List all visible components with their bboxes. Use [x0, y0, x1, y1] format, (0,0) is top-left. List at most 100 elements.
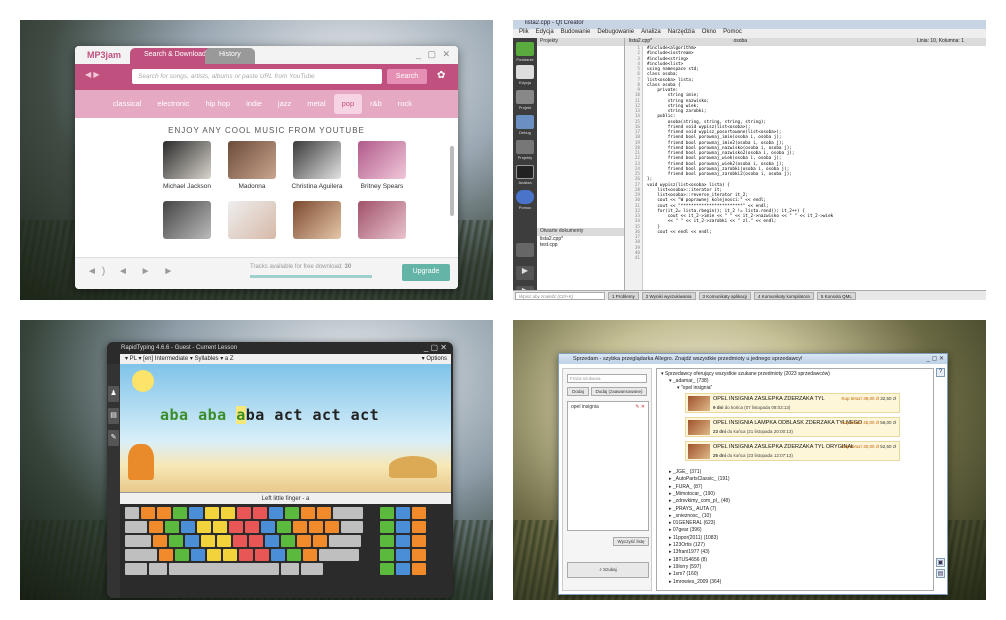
tree-seller-item[interactable]: ▸ _PRAYS_ AUTA (7) [669, 506, 716, 512]
help-icon[interactable]: ? [936, 368, 945, 377]
status-tab[interactable]: 4 Komunikaty kompilatora [754, 291, 814, 300]
clear-list-button[interactable]: Wyczyść listę [613, 537, 649, 546]
tree-seller-item[interactable]: ▸ 07gear (396) [669, 527, 702, 533]
edit-icon[interactable] [516, 65, 534, 79]
menu-item[interactable]: Budowanie [561, 29, 591, 38]
menu-item[interactable]: Edycja [536, 29, 554, 38]
help-icon[interactable] [516, 190, 534, 204]
qt-logo-icon[interactable] [516, 42, 534, 56]
tree-seller-item[interactable]: ▸ 01GENERAL (623) [669, 520, 715, 526]
file-selector[interactable]: lista2.cpp* [629, 38, 652, 44]
run-icon[interactable]: ▶ [516, 266, 534, 280]
status-tab[interactable]: 1 Problemy [608, 291, 639, 300]
list-item[interactable]: opel insignia ✎ ✕ [568, 402, 648, 412]
options-menu[interactable]: ▾ Options [422, 355, 447, 362]
tree-root[interactable]: ▾ Sprzedawcy oferujący wszystkie szukane… [661, 371, 830, 377]
genre-rock[interactable]: rock [390, 94, 420, 114]
player-controls-icon[interactable]: ◄) ◄ ► ► [87, 266, 178, 277]
export-icon[interactable]: ▤ [936, 569, 945, 578]
artist-name[interactable]: Britney Spears [347, 183, 417, 190]
window-controls[interactable]: _ ▢ ✕ [927, 355, 944, 362]
genre-indie[interactable]: indie [238, 94, 270, 114]
window-controls[interactable]: _ ▢ ✕ [416, 49, 452, 60]
device-icon[interactable] [516, 243, 534, 257]
edit-delete-icon[interactable]: ✎ ✕ [635, 404, 645, 410]
menu-item[interactable]: Analiza [641, 29, 661, 38]
genre-classical[interactable]: classical [105, 94, 149, 114]
status-tab[interactable]: 2 Wyniki wyszukiwania [641, 291, 696, 300]
genre-rnb[interactable]: r&b [362, 94, 390, 114]
tree-seller-item[interactable]: ▸ _snieznosc_ (10) [669, 513, 711, 519]
search-input[interactable]: Search for songs, artists, albums or pas… [132, 69, 382, 84]
back-forward-icon[interactable]: ◀ ▶ [85, 70, 100, 79]
analyze-icon[interactable] [516, 165, 534, 179]
artist-name[interactable]: Madonna [217, 183, 287, 190]
genre-electronic[interactable]: electronic [149, 94, 197, 114]
tree-seller-item[interactable]: ▸ _zdrsvkimy_com_pl_ (48) [669, 498, 730, 504]
locator-input[interactable]: Wpisz aby znaleźć (Ctrl+K) [515, 291, 605, 300]
menu-item[interactable]: Plik [519, 29, 529, 38]
tree-seller-item[interactable]: ▸ 123Ortis (127) [669, 542, 705, 548]
search-button[interactable]: Search [387, 69, 427, 84]
artist-image[interactable] [358, 201, 406, 239]
artist-image[interactable] [163, 201, 211, 239]
window-controls[interactable]: _ ▢ ✕ [424, 343, 447, 352]
menu-item[interactable]: Pomoc [723, 29, 742, 38]
genre-hiphop[interactable]: hip hop [197, 94, 238, 114]
offer-card[interactable]: OPEL INSIGNIA ZASLEPKA ZDERZAKA TYL ORYG… [685, 441, 900, 461]
tree-seller-item[interactable]: ▸ 1mrowies_2009 (364) [669, 579, 721, 585]
tab-history[interactable]: History [205, 48, 255, 64]
genre-jazz[interactable]: jazz [270, 94, 299, 114]
artist-name[interactable]: Christina Aguilera [282, 183, 352, 190]
phrase-input[interactable]: Fraza szukania [567, 374, 647, 383]
menu-item[interactable]: Narzędzia [668, 29, 695, 38]
code-editor[interactable]: #include<algorithm> #include<iostream> #in… [644, 46, 980, 290]
genre-metal[interactable]: metal [299, 94, 333, 114]
search-button[interactable]: ⌕ Szukaj [567, 562, 649, 578]
tree-seller-item[interactable]: ▸ 1sm7 (160) [669, 571, 698, 577]
tree-query[interactable]: ▾ "opel insignia" [677, 385, 712, 391]
offer-card[interactable]: OPEL INSIGNIA ZASLEPKA ZDERZAKA TYL 9 dni… [685, 393, 900, 413]
statistics-icon[interactable]: ▤ [108, 408, 119, 424]
add-advanced-button[interactable]: Dodaj (zaawansowane) [591, 387, 647, 396]
debug-icon[interactable] [516, 115, 534, 129]
tree-seller-item[interactable]: ▸ _Mimotocar_ (190) [669, 491, 715, 497]
artist-image[interactable] [358, 141, 406, 179]
scrollbar[interactable] [450, 146, 454, 216]
projects-icon[interactable] [516, 140, 534, 154]
symbol-selector[interactable]: osoba [733, 38, 747, 44]
save-icon[interactable]: ▣ [936, 558, 945, 567]
add-button[interactable]: Dodaj [567, 387, 589, 396]
menu-item[interactable]: Debugowanie [597, 29, 634, 38]
tree-seller-item[interactable]: ▸ 13frani1977 (43) [669, 549, 710, 555]
status-tab[interactable]: 5 Konsola QML [816, 291, 856, 300]
tree-seller-item[interactable]: ▸ 11ppor(2011) (1083) [669, 535, 718, 541]
tree-seller-item[interactable]: ▸ 19lorry (597) [669, 564, 701, 570]
lesson-icon[interactable]: ♟ [108, 386, 119, 402]
tree-seller-item[interactable]: ▸ _JGE_ (371) [669, 469, 701, 475]
artist-image[interactable] [228, 201, 276, 239]
upgrade-button[interactable]: Upgrade [402, 264, 450, 281]
artist-image[interactable] [293, 201, 341, 239]
tree-seller[interactable]: ▾ _adamar_ (738) [669, 378, 708, 384]
design-icon[interactable] [516, 90, 534, 104]
open-doc-item[interactable]: test.cpp [537, 242, 624, 248]
offer-title[interactable]: OPEL INSIGNIA ZASLEPKA ZDERZAKA TYL ORYG… [713, 444, 854, 450]
gear-icon[interactable]: ✿ [437, 70, 445, 81]
artist-image[interactable] [163, 141, 211, 179]
editor-icon[interactable]: ✎ [108, 430, 119, 446]
artist-image[interactable] [293, 141, 341, 179]
offer-title[interactable]: OPEL INSIGNIA ZASLEPKA ZDERZAKA TYL [713, 396, 825, 402]
lesson-selectors[interactable]: ▾ PL ▾ [en] Intermediate ▾ Syllables ▾ a… [125, 356, 234, 362]
genre-pop[interactable]: pop [333, 94, 363, 114]
code-line[interactable]: cout << endl << endl; [647, 230, 980, 235]
offer-title[interactable]: OPEL INSIGNIA LAMPKA ODBLASK ZDERZAKA TY… [713, 420, 862, 426]
artist-image[interactable] [228, 141, 276, 179]
tree-seller-item[interactable]: ▸ _AutoPartsClassic_ (191) [669, 476, 730, 482]
tree-seller-item[interactable]: ▸ _FURA_ (87) [669, 484, 702, 490]
menu-item[interactable]: Okno [702, 29, 716, 38]
artist-name[interactable]: Michael Jackson [152, 183, 222, 190]
offer-card[interactable]: OPEL INSIGNIA LAMPKA ODBLASK ZDERZAKA TY… [685, 417, 900, 437]
tree-seller-item[interactable]: ▸ 18TUS4656 (8) [669, 557, 707, 563]
status-tab[interactable]: 3 Komunikaty aplikacji [698, 291, 752, 300]
